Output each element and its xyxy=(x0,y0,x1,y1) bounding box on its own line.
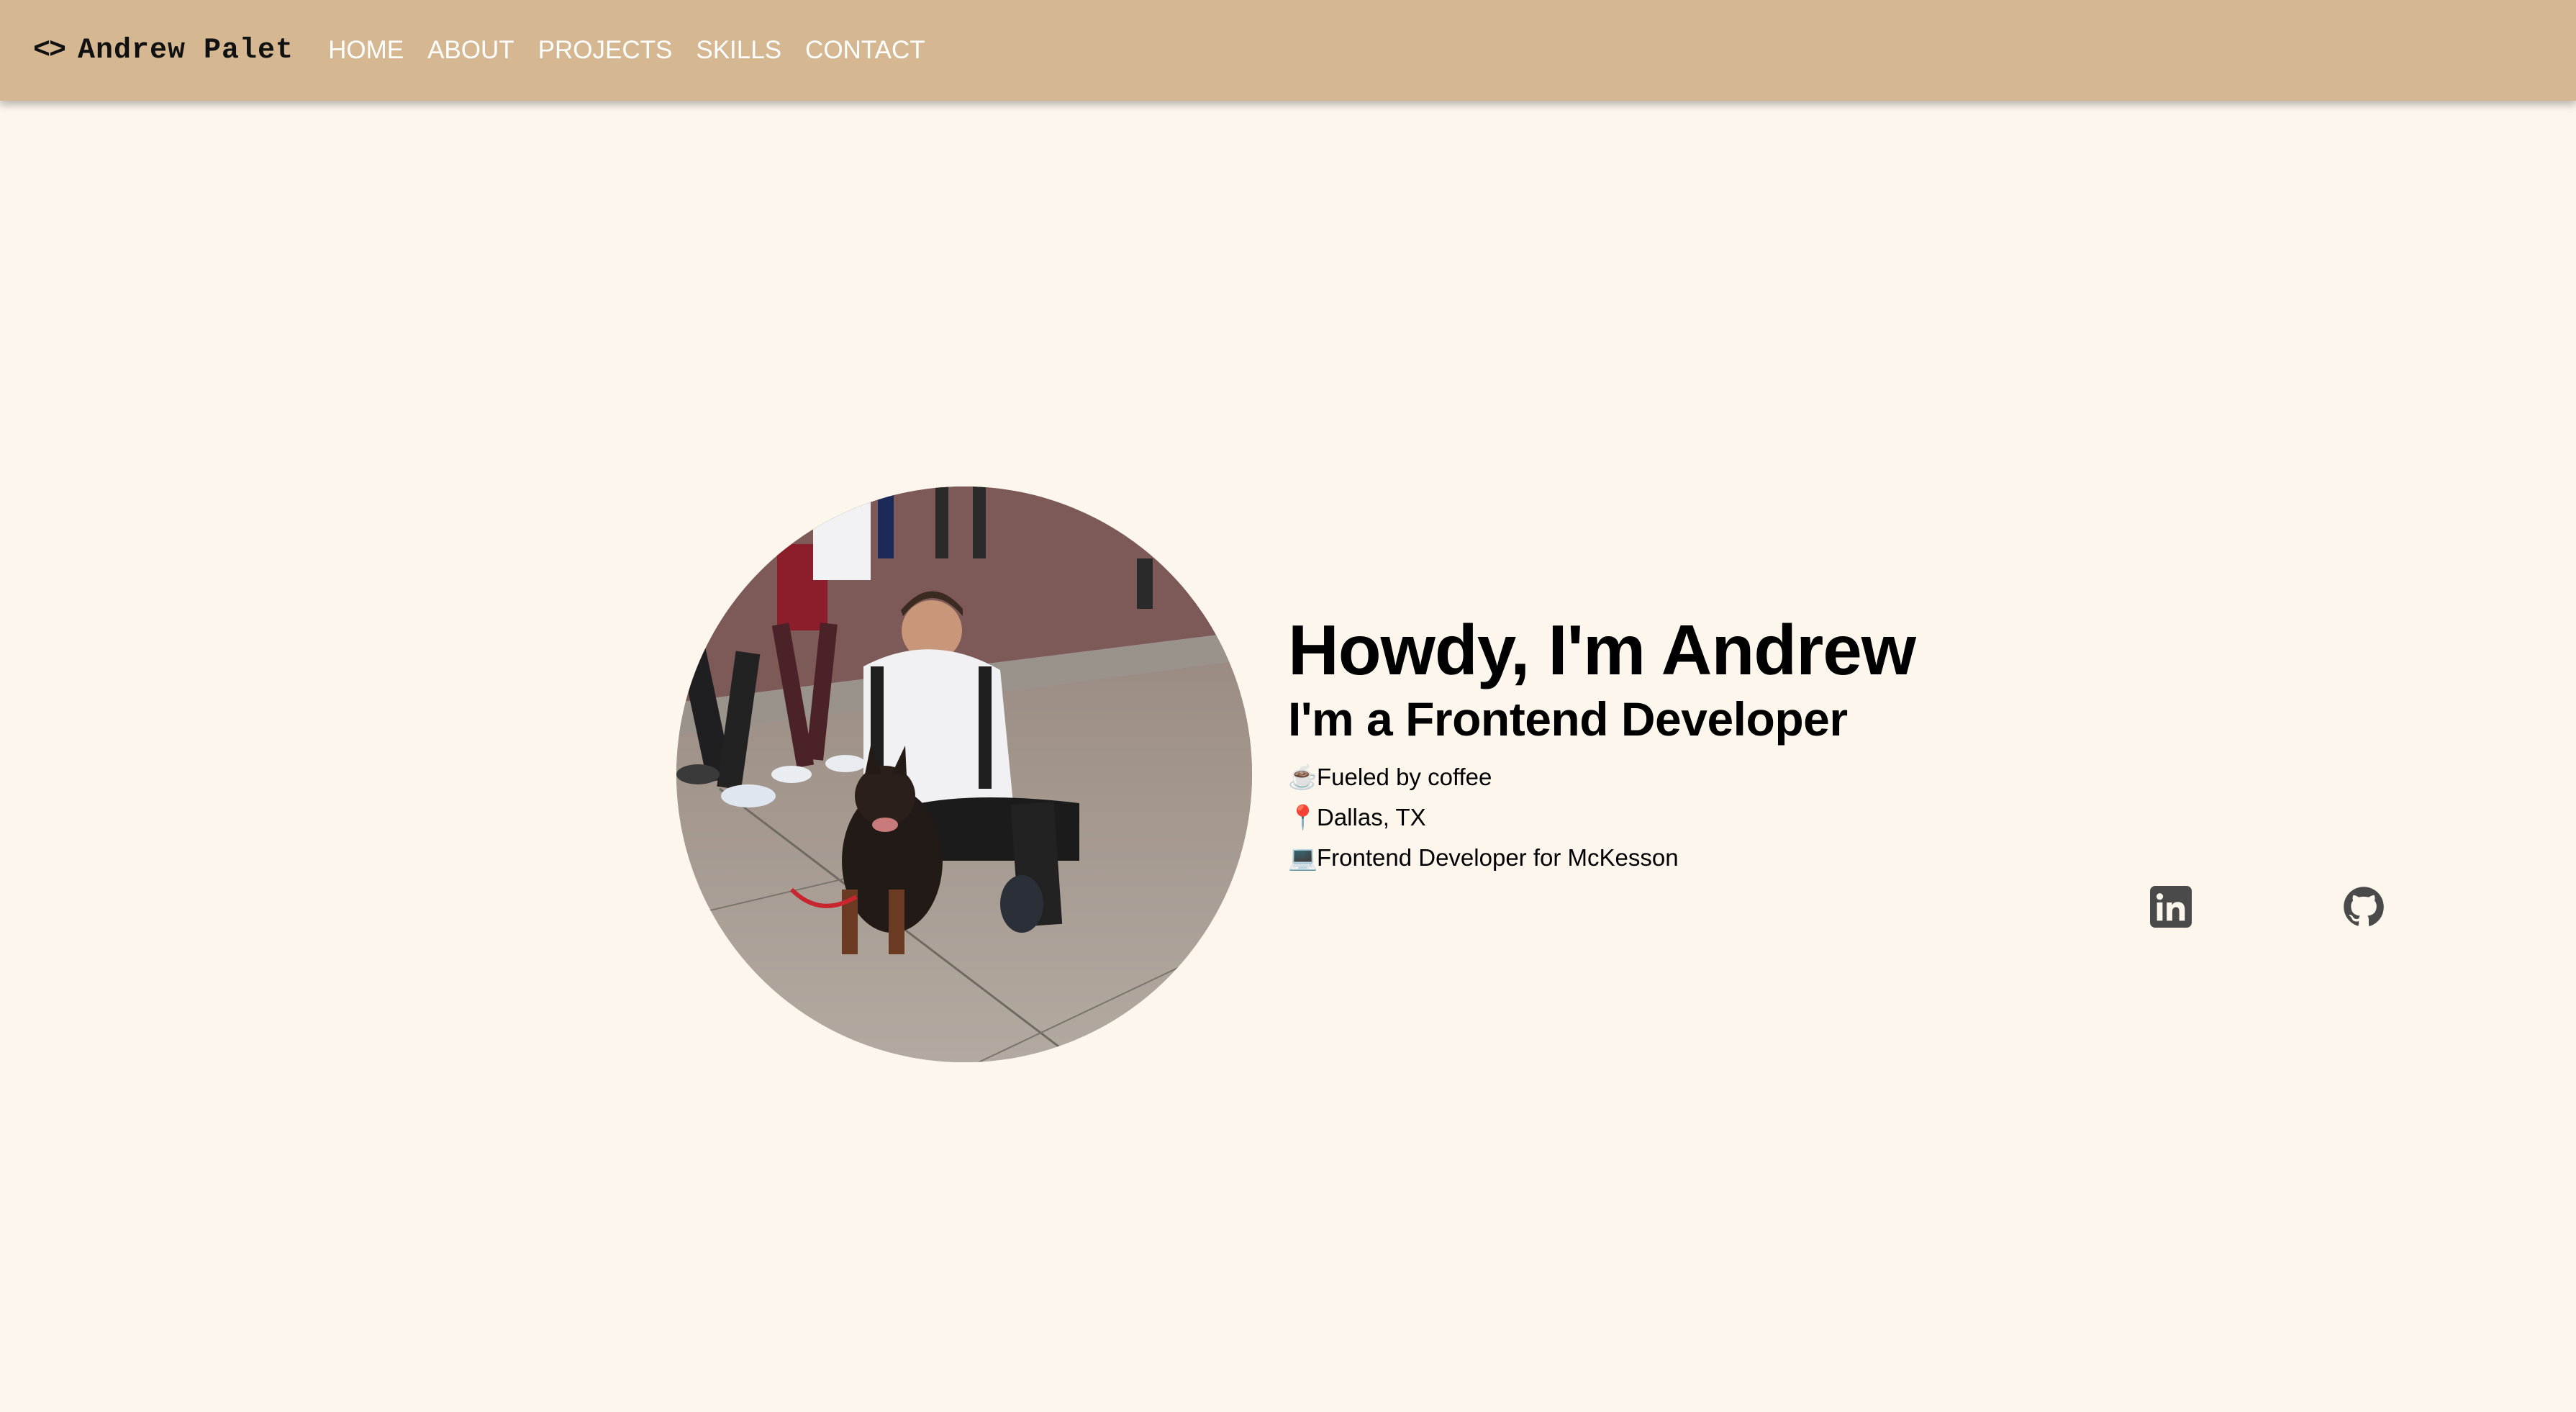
photo-illustration xyxy=(676,486,1252,1062)
profile-photo xyxy=(676,486,1252,1062)
github-icon[interactable] xyxy=(2343,886,2385,928)
brand-logo[interactable]: <> Andrew Palet xyxy=(33,35,294,67)
nav-link-projects[interactable]: PROJECTS xyxy=(538,36,673,65)
linkedin-glyph xyxy=(2150,886,2192,928)
hero-section: Howdy, I'm Andrew I'm a Frontend Develop… xyxy=(676,486,2384,1062)
linkedin-icon[interactable] xyxy=(2150,886,2192,928)
role-heading: I'm a Frontend Developer xyxy=(1288,692,1848,746)
navbar: <> Andrew Palet HOME ABOUT PROJECTS SKIL… xyxy=(0,0,2576,101)
nav-links: HOME ABOUT PROJECTS SKILLS CONTACT xyxy=(328,36,925,65)
github-glyph xyxy=(2344,887,2384,926)
facts-list: ☕ Fueled by coffee 📍 Dallas, TX 💻 Fronte… xyxy=(1288,757,1936,878)
fact-text: Fueled by coffee xyxy=(1317,764,1492,790)
fact-item: 💻 Frontend Developer for McKesson xyxy=(1288,838,1936,878)
fact-text: Frontend Developer for McKesson xyxy=(1317,844,1679,871)
fact-item: ☕ Fueled by coffee xyxy=(1288,757,1936,797)
fact-text: Dallas, TX xyxy=(1317,804,1426,831)
nav-link-home[interactable]: HOME xyxy=(328,36,404,65)
nav-link-contact[interactable]: CONTACT xyxy=(805,36,925,65)
intro: Howdy, I'm Andrew I'm a Frontend Develop… xyxy=(1288,615,1936,878)
greeting-heading: Howdy, I'm Andrew xyxy=(1288,610,1916,689)
code-brackets-icon: <> xyxy=(33,34,66,67)
laptop-icon: 💻 xyxy=(1288,843,1318,871)
nav-link-about[interactable]: ABOUT xyxy=(427,36,514,65)
brand-name: Andrew Palet xyxy=(78,34,294,67)
fact-item: 📍 Dallas, TX xyxy=(1288,797,1936,838)
nav-link-skills[interactable]: SKILLS xyxy=(696,36,781,65)
coffee-icon: ☕ xyxy=(1288,763,1318,790)
pin-icon: 📍 xyxy=(1288,803,1318,831)
